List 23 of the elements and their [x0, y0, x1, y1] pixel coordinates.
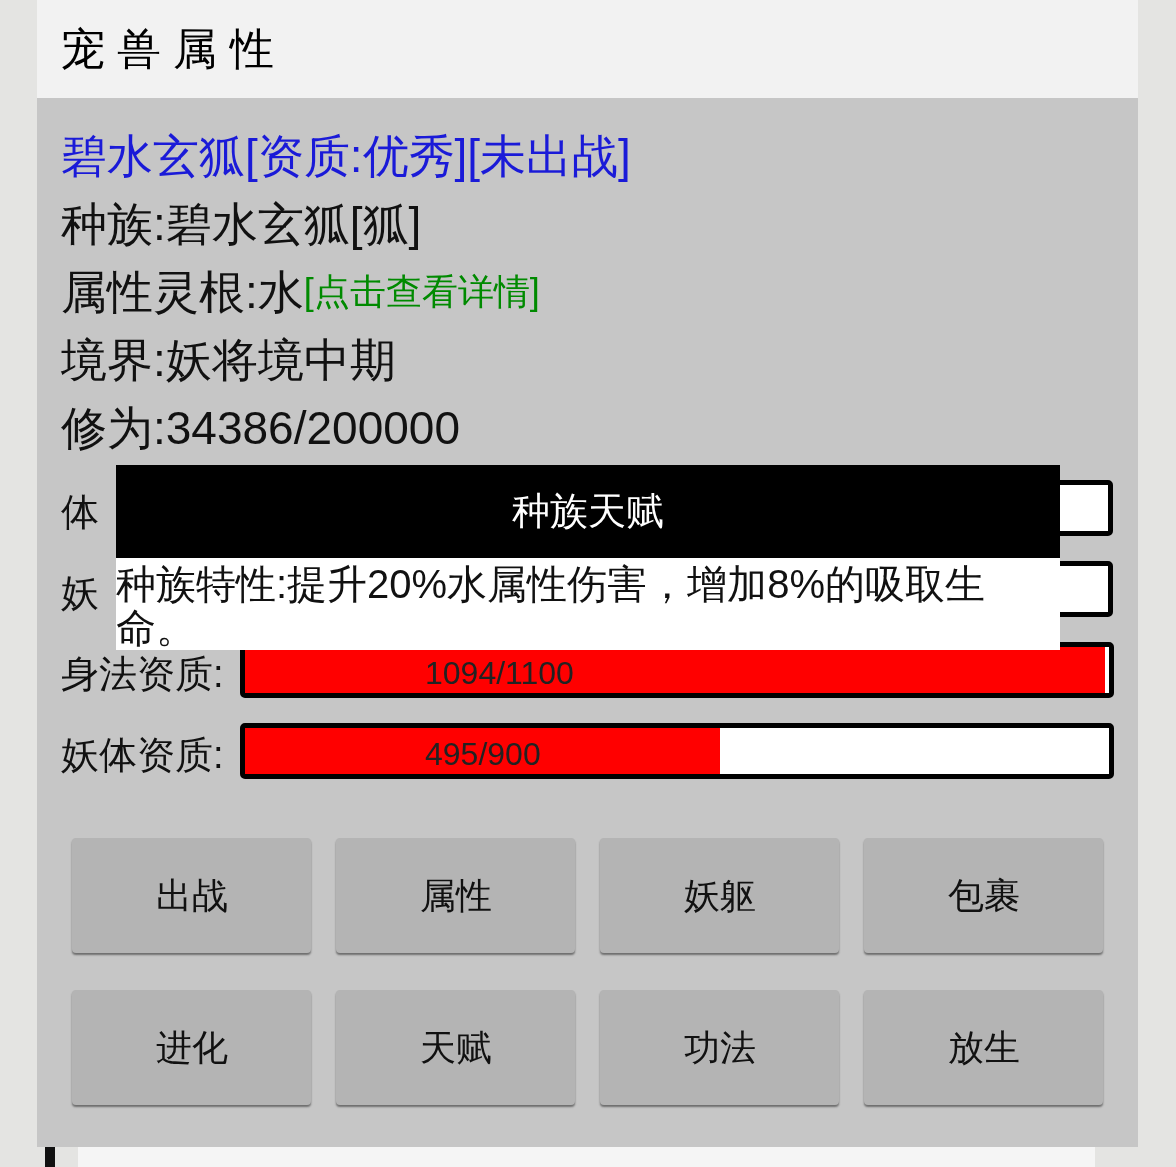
action-button[interactable]: 天赋 — [336, 990, 575, 1105]
dialog-text: 种族特性:提升20%水属性伤害，增加8%的吸取生命。 — [116, 561, 986, 650]
bar-reading: 1094/1100 — [425, 653, 574, 693]
action-button[interactable]: 放生 — [864, 990, 1103, 1105]
action-button[interactable]: 妖躯 — [600, 838, 839, 953]
cultivation-text: 修为:34386/200000 — [61, 401, 461, 456]
race-text: 种族:碧水玄狐[狐] — [61, 197, 423, 252]
pet-name: 碧水玄狐[资质:优秀][未出战] — [61, 129, 632, 184]
aptitude-label: 体 — [61, 491, 99, 532]
element-text: 属性灵根:水 — [61, 265, 304, 320]
action-button[interactable]: 功法 — [600, 990, 839, 1105]
dialog-title: 种族天赋 — [512, 489, 664, 534]
action-button[interactable]: 包裹 — [864, 838, 1103, 953]
edge-bar — [45, 1145, 55, 1167]
aptitude-label: 妖体资质: — [61, 734, 224, 775]
action-button[interactable]: 出战 — [72, 838, 311, 953]
aptitude-label: 身法资质: — [61, 653, 224, 694]
window-title: 宠 兽 属 性 — [61, 23, 274, 75]
bar-reading: 495/900 — [425, 734, 541, 774]
action-button[interactable]: 属性 — [336, 838, 575, 953]
aptitude-label: 妖 — [61, 572, 99, 613]
realm-text: 境界:妖将境中期 — [61, 333, 397, 388]
action-button[interactable]: 进化 — [72, 990, 311, 1105]
